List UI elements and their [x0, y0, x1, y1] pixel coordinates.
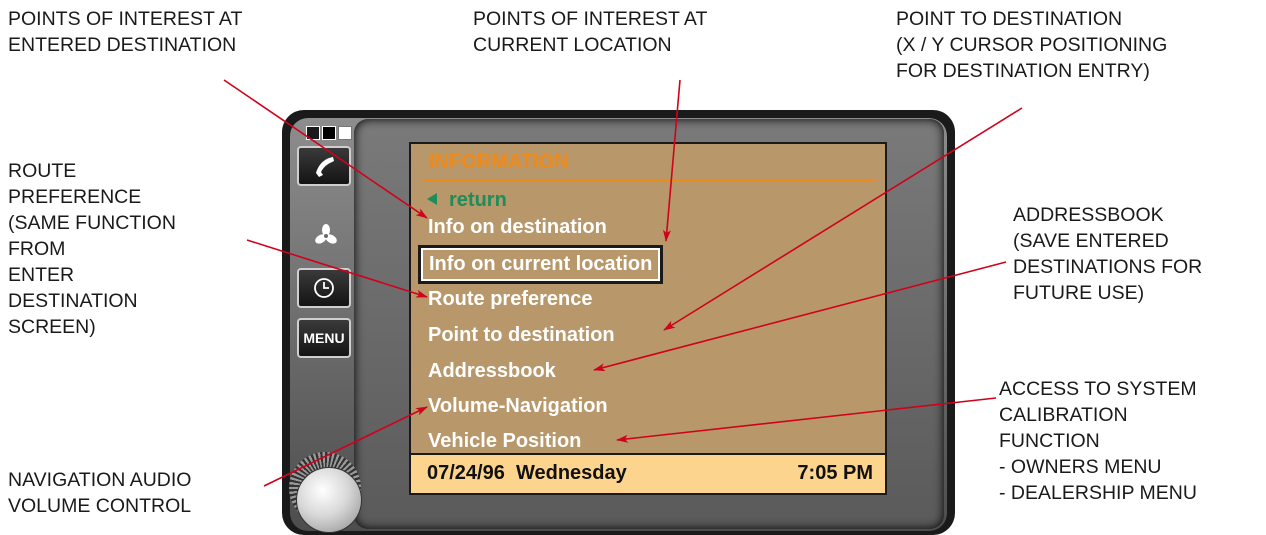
- callout-addressbook: ADDRESSBOOK (SAVE ENTERED DESTINATIONS F…: [1013, 204, 1203, 304]
- callout-poi-destination: POINTS OF INTEREST AT ENTERED DESTINATIO…: [8, 8, 243, 56]
- callout-point-to-destination: POINT TO DESTINATION (X / Y CURSOR POSIT…: [896, 8, 1168, 82]
- menu-item-info-on-current-location[interactable]: Info on current location: [417, 245, 664, 284]
- display-screen: INFORMATION return Info on destination I…: [409, 142, 887, 495]
- volume-knob[interactable]: [296, 467, 362, 533]
- fan-button[interactable]: [312, 222, 340, 250]
- menu-item-point-to-destination[interactable]: Point to destination: [428, 324, 615, 347]
- menu-item-addressbook[interactable]: Addressbook: [428, 360, 556, 383]
- menu-button-label: MENU: [303, 330, 345, 346]
- screen-title: INFORMATION: [429, 151, 569, 173]
- clock-button[interactable]: [297, 268, 351, 308]
- indicator-square-3: [338, 126, 352, 140]
- back-arrow-icon: [427, 193, 437, 205]
- status-bar: 07/24/96 Wednesday 7:05 PM: [411, 453, 885, 493]
- title-divider: [423, 179, 875, 181]
- callout-route-preference: ROUTE PREFERENCE (SAME FUNCTION FROM ENT…: [8, 160, 176, 338]
- status-time: 7:05 PM: [797, 462, 873, 484]
- callout-calibration: ACCESS TO SYSTEM CALIBRATION FUNCTION - …: [999, 378, 1197, 504]
- menu-item-vehicle-position[interactable]: Vehicle Position: [428, 430, 581, 453]
- return-button[interactable]: return: [427, 189, 507, 212]
- return-label: return: [449, 189, 507, 211]
- indicator-square-2: [322, 126, 336, 140]
- indicator-square-1: [306, 126, 320, 140]
- menu-item-info-on-destination[interactable]: Info on destination: [428, 216, 607, 239]
- menu-item-volume-navigation[interactable]: Volume-Navigation: [428, 395, 608, 418]
- menu-button[interactable]: MENU: [297, 318, 351, 358]
- fan-icon: [315, 224, 337, 244]
- callout-navigation-volume: NAVIGATION AUDIO VOLUME CONTROL: [8, 469, 192, 517]
- callout-poi-current-location: POINTS OF INTEREST AT CURRENT LOCATION: [473, 8, 708, 56]
- phone-icon: [316, 157, 334, 177]
- phone-button[interactable]: [297, 146, 351, 186]
- clock-icon: [314, 278, 334, 298]
- status-date: 07/24/96 Wednesday: [427, 462, 627, 484]
- menu-item-route-preference[interactable]: Route preference: [428, 288, 593, 311]
